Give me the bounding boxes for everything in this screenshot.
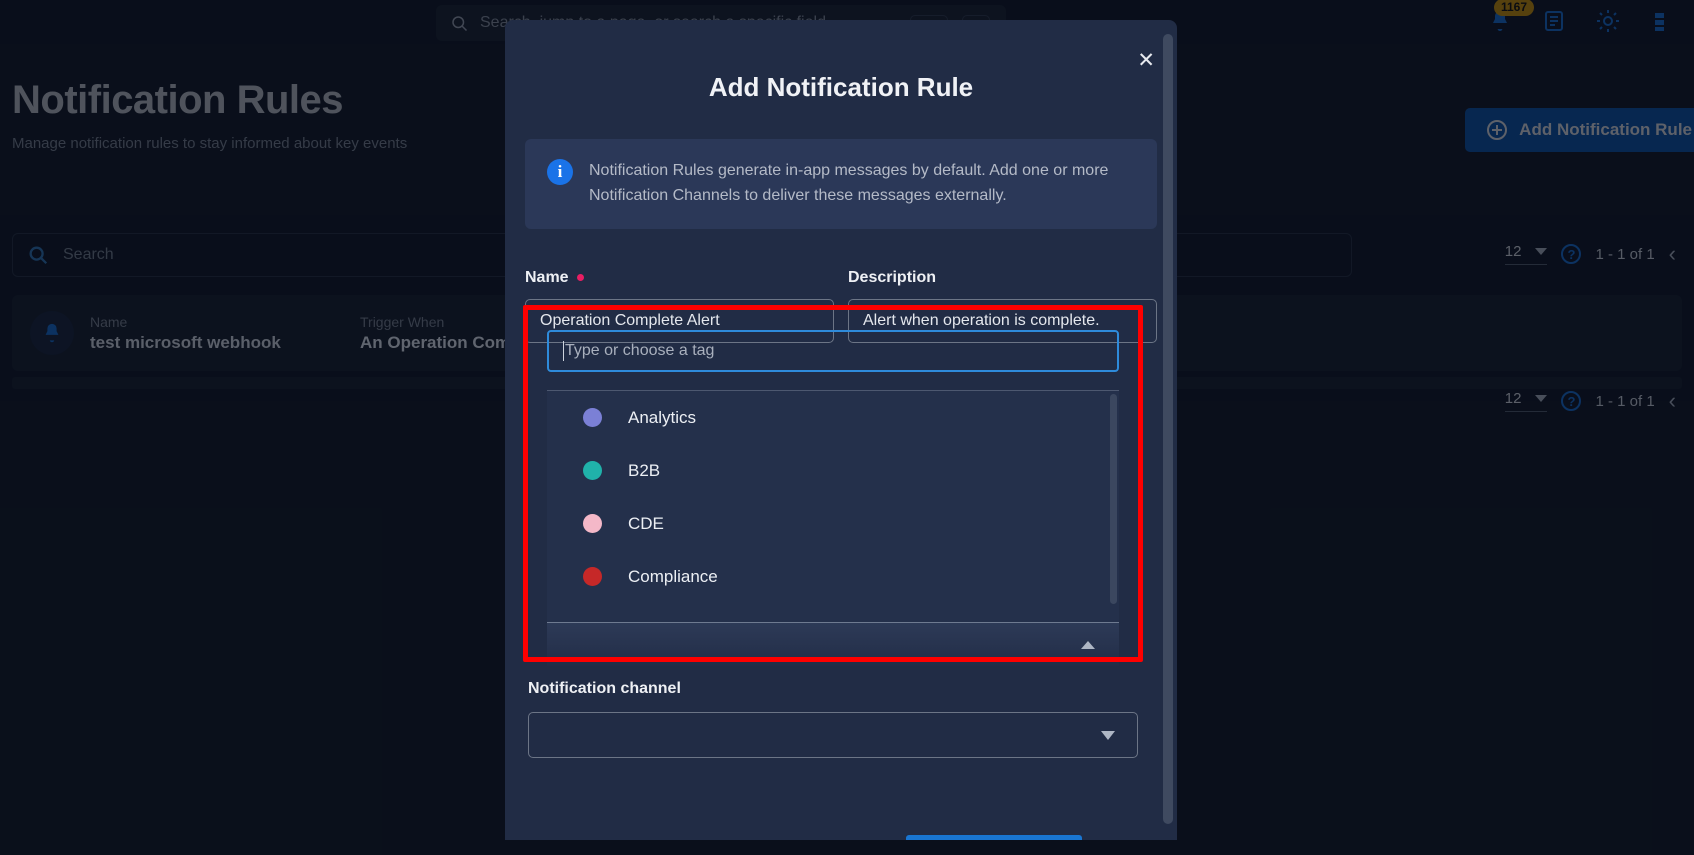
name-label-text: Name [525,268,569,286]
tag-option-analytics[interactable]: Analytics [547,391,1119,444]
notification-channel-label: Notification channel [528,680,681,697]
info-banner-text: Notification Rules generate in-app messa… [589,162,1109,204]
submit-button-peek[interactable] [906,835,1082,840]
tag-option-label: CDE [628,513,664,533]
dialog-scrollbar[interactable] [1163,34,1173,824]
tag-color-dot-icon [583,514,602,533]
tag-selector: Type or choose a tag Analytics B2B CDE C… [528,310,1138,666]
close-icon[interactable]: ✕ [1137,50,1155,71]
description-label-text: Description [848,268,937,286]
tag-color-dot-icon [583,461,602,480]
name-label: Name [525,269,834,287]
notification-channel-select[interactable] [528,712,1138,758]
tag-option-b2b[interactable]: B2B [547,444,1119,497]
tag-option-label: Analytics [628,407,697,427]
tag-dropdown-footer[interactable] [547,622,1119,666]
tag-option-compliance[interactable]: Compliance [547,550,1119,603]
tag-input-placeholder: Type or choose a tag [565,342,715,359]
tag-color-dot-icon [583,567,602,586]
add-notification-rule-dialog: ✕ Add Notification Rule i Notification R… [505,20,1177,840]
dialog-title: Add Notification Rule [708,72,974,102]
required-indicator-icon [576,274,584,282]
tag-option-cde[interactable]: CDE [547,497,1119,550]
info-banner: i Notification Rules generate in-app mes… [525,139,1157,229]
tag-options-list[interactable]: Analytics B2B CDE Compliance [547,390,1119,622]
tag-option-label: B2B [628,460,661,480]
tag-option-label: Compliance [628,566,718,586]
tag-search-input[interactable]: Type or choose a tag [547,330,1119,372]
description-label: Description [848,269,1157,287]
notification-channel-group: Notification channel [528,680,1138,758]
text-cursor [563,341,564,361]
tag-color-dot-icon [583,408,602,427]
chevron-down-icon [1101,730,1115,740]
info-icon: i [547,159,573,185]
tag-list-scrollbar[interactable] [1110,394,1117,604]
chevron-up-icon[interactable] [1081,640,1095,649]
